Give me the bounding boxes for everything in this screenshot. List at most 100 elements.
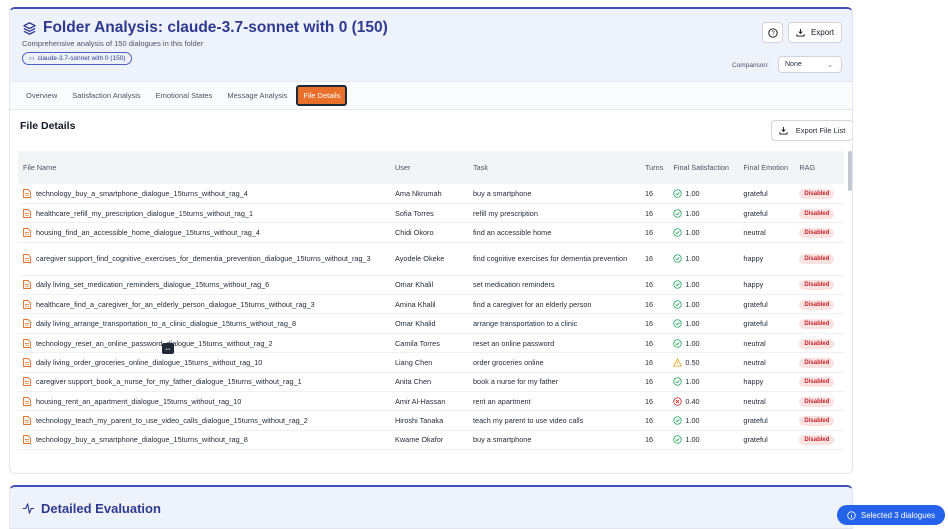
table-row[interactable]: technology_reset_an_online_password_dial… <box>18 333 844 354</box>
file-name-cell[interactable]: technology_buy_a_smartphone_dialogue_15t… <box>18 184 390 204</box>
task-cell: set medication reminders <box>468 275 640 296</box>
comparison-select[interactable]: None ⌄ <box>778 56 842 73</box>
file-name-cell[interactable]: daily living_arrange_transportation_to_a… <box>18 313 390 334</box>
cursor-icon: ⇔ <box>162 343 174 354</box>
svg-text:?: ? <box>771 31 775 37</box>
user-cell: Hiroshi Tanaka <box>390 410 468 431</box>
table-row[interactable]: daily living_set_medication_reminders_di… <box>18 275 844 296</box>
col-final-emotion[interactable]: Final Emotion <box>738 151 795 184</box>
rag-cell: Disabled <box>794 352 844 373</box>
tab-overview[interactable]: Overview <box>20 87 63 104</box>
table-row[interactable]: daily living_arrange_transportation_to_a… <box>18 313 844 334</box>
satisfaction-value: 1.00 <box>685 254 700 264</box>
file-name-cell[interactable]: housing_rent_an_apartment_dialogue_15tur… <box>18 391 390 412</box>
col-user[interactable]: User <box>390 151 468 184</box>
rag-cell: Disabled <box>794 275 844 296</box>
export-button[interactable]: Export <box>788 22 842 43</box>
help-button[interactable]: ? <box>762 22 783 43</box>
detailed-evaluation-label: Detailed Evaluation <box>41 501 161 516</box>
file-name: technology_reset_an_online_password_dial… <box>36 338 273 348</box>
status-badge: Disabled <box>799 396 835 407</box>
file-name: technology_buy_a_smartphone_dialogue_15t… <box>36 188 248 198</box>
col-rag[interactable]: RAG <box>794 151 844 184</box>
status-badge: Disabled <box>799 208 835 219</box>
file-name-cell[interactable]: daily living_set_medication_reminders_di… <box>18 275 390 296</box>
task-cell: book a nurse for my father <box>468 372 640 393</box>
table-row[interactable]: technology_teach_my_parent_to_use_video_… <box>18 410 844 431</box>
file-icon <box>23 416 31 426</box>
satisfaction-value: 1.00 <box>685 416 700 426</box>
table-row[interactable]: caregiver support_book_a_nurse_for_my_fa… <box>18 372 844 393</box>
rag-cell: Disabled <box>794 372 844 393</box>
file-name-cell[interactable]: housing_find_an_accessible_home_dialogue… <box>18 222 390 243</box>
col-final-satisfaction[interactable]: Final Satisfaction <box>668 151 739 184</box>
user-cell: Chidi Okoro <box>390 222 468 243</box>
detailed-evaluation-panel: Detailed Evaluation <box>9 485 853 529</box>
table-row[interactable]: caregiver support_find_cognitive_exercis… <box>18 242 844 276</box>
file-name-cell[interactable]: technology_reset_an_online_password_dial… <box>18 333 390 354</box>
folder-icon: ▭ <box>29 56 35 62</box>
status-badge: Disabled <box>799 188 835 199</box>
detailed-evaluation-title: Detailed Evaluation <box>22 501 161 516</box>
file-name-cell[interactable]: healthcare_refill_my_prescription_dialog… <box>18 203 390 224</box>
status-badge: Disabled <box>799 357 835 368</box>
satisfaction-cell: 1.00 <box>668 294 739 315</box>
col-task[interactable]: Task <box>468 151 640 184</box>
user-cell: Anita Chen <box>390 372 468 393</box>
comparison-value: None <box>785 61 802 68</box>
file-table-container[interactable]: File Name User Task Turns Final Satisfac… <box>18 151 844 473</box>
user-cell: Sofia Torres <box>390 203 468 224</box>
file-name: healthcare_find_a_caregiver_for_an_elder… <box>36 299 315 309</box>
task-cell: reset an online password <box>468 333 640 354</box>
col-file-name[interactable]: File Name <box>18 151 390 184</box>
table-row[interactable]: healthcare_find_a_caregiver_for_an_elder… <box>18 294 844 315</box>
satisfaction-value: 0.50 <box>685 357 700 367</box>
task-cell: find cognitive exercises for dementia pr… <box>468 242 640 276</box>
table-row[interactable]: healthcare_refill_my_prescription_dialog… <box>18 203 844 224</box>
col-turns[interactable]: Turns <box>640 151 669 184</box>
task-cell: arrange transportation to a clinic <box>468 313 640 334</box>
tab-satisfaction-analysis[interactable]: Satisfaction Analysis <box>66 87 146 104</box>
file-name-cell[interactable]: caregiver support_book_a_nurse_for_my_fa… <box>18 372 390 393</box>
status-badge: Disabled <box>799 227 835 238</box>
selected-dialogues-button[interactable]: Selected 3 dialogues <box>837 505 945 525</box>
check-circle-icon <box>673 254 683 263</box>
x-circle-icon <box>673 397 683 406</box>
table-row[interactable]: technology_buy_a_smartphone_dialogue_15t… <box>18 184 844 204</box>
tab-message-analysis[interactable]: Message Analysis <box>221 87 293 104</box>
table-row[interactable]: technology_buy_a_smartphone_dialogue_15t… <box>18 430 844 451</box>
tab-file-details[interactable]: File Details <box>296 85 348 106</box>
task-cell: find a caregiver for an elderly person <box>468 294 640 315</box>
table-scrollbar[interactable] <box>848 151 852 191</box>
export-file-list-button[interactable]: Export File List <box>771 120 852 141</box>
file-name-cell[interactable]: caregiver support_find_cognitive_exercis… <box>18 242 390 276</box>
table-row[interactable]: daily living_order_groceries_online_dial… <box>18 352 844 373</box>
check-circle-icon <box>673 319 683 328</box>
file-name-cell[interactable]: technology_teach_my_parent_to_use_video_… <box>18 410 390 431</box>
user-cell: Ayodele Okeke <box>390 242 468 276</box>
file-name-cell[interactable]: healthcare_find_a_caregiver_for_an_elder… <box>18 294 390 315</box>
status-badge: Disabled <box>799 416 835 427</box>
table-row[interactable]: housing_find_an_accessible_home_dialogue… <box>18 222 844 243</box>
status-badge: Disabled <box>799 299 835 310</box>
panel-header: Folder Analysis: claude-3.7-sonnet with … <box>10 9 852 82</box>
task-cell: refill my prescription <box>468 203 640 224</box>
file-name-cell[interactable]: daily living_order_groceries_online_dial… <box>18 352 390 373</box>
turns-cell: 16 <box>640 275 669 296</box>
satisfaction-cell: 0.50 <box>668 352 739 373</box>
turns-cell: 16 <box>640 222 669 243</box>
status-badge: Disabled <box>799 280 835 291</box>
table-header-row: File Name User Task Turns Final Satisfac… <box>18 151 844 184</box>
satisfaction-cell: 1.00 <box>668 313 739 334</box>
tab-emotional-states[interactable]: Emotional States <box>150 87 219 104</box>
satisfaction-value: 1.00 <box>685 208 700 218</box>
emotion-cell: happy <box>738 242 795 276</box>
file-name-cell[interactable]: technology_buy_a_smartphone_dialogue_15t… <box>18 430 390 451</box>
table-row[interactable]: housing_rent_an_apartment_dialogue_15tur… <box>18 391 844 412</box>
task-cell: buy a smartphone <box>468 430 640 451</box>
task-cell: teach my parent to use video calls <box>468 410 640 431</box>
file-icon <box>23 280 31 290</box>
download-icon <box>779 126 788 135</box>
file-name: daily living_arrange_transportation_to_a… <box>36 319 297 329</box>
turns-cell: 16 <box>640 352 669 373</box>
